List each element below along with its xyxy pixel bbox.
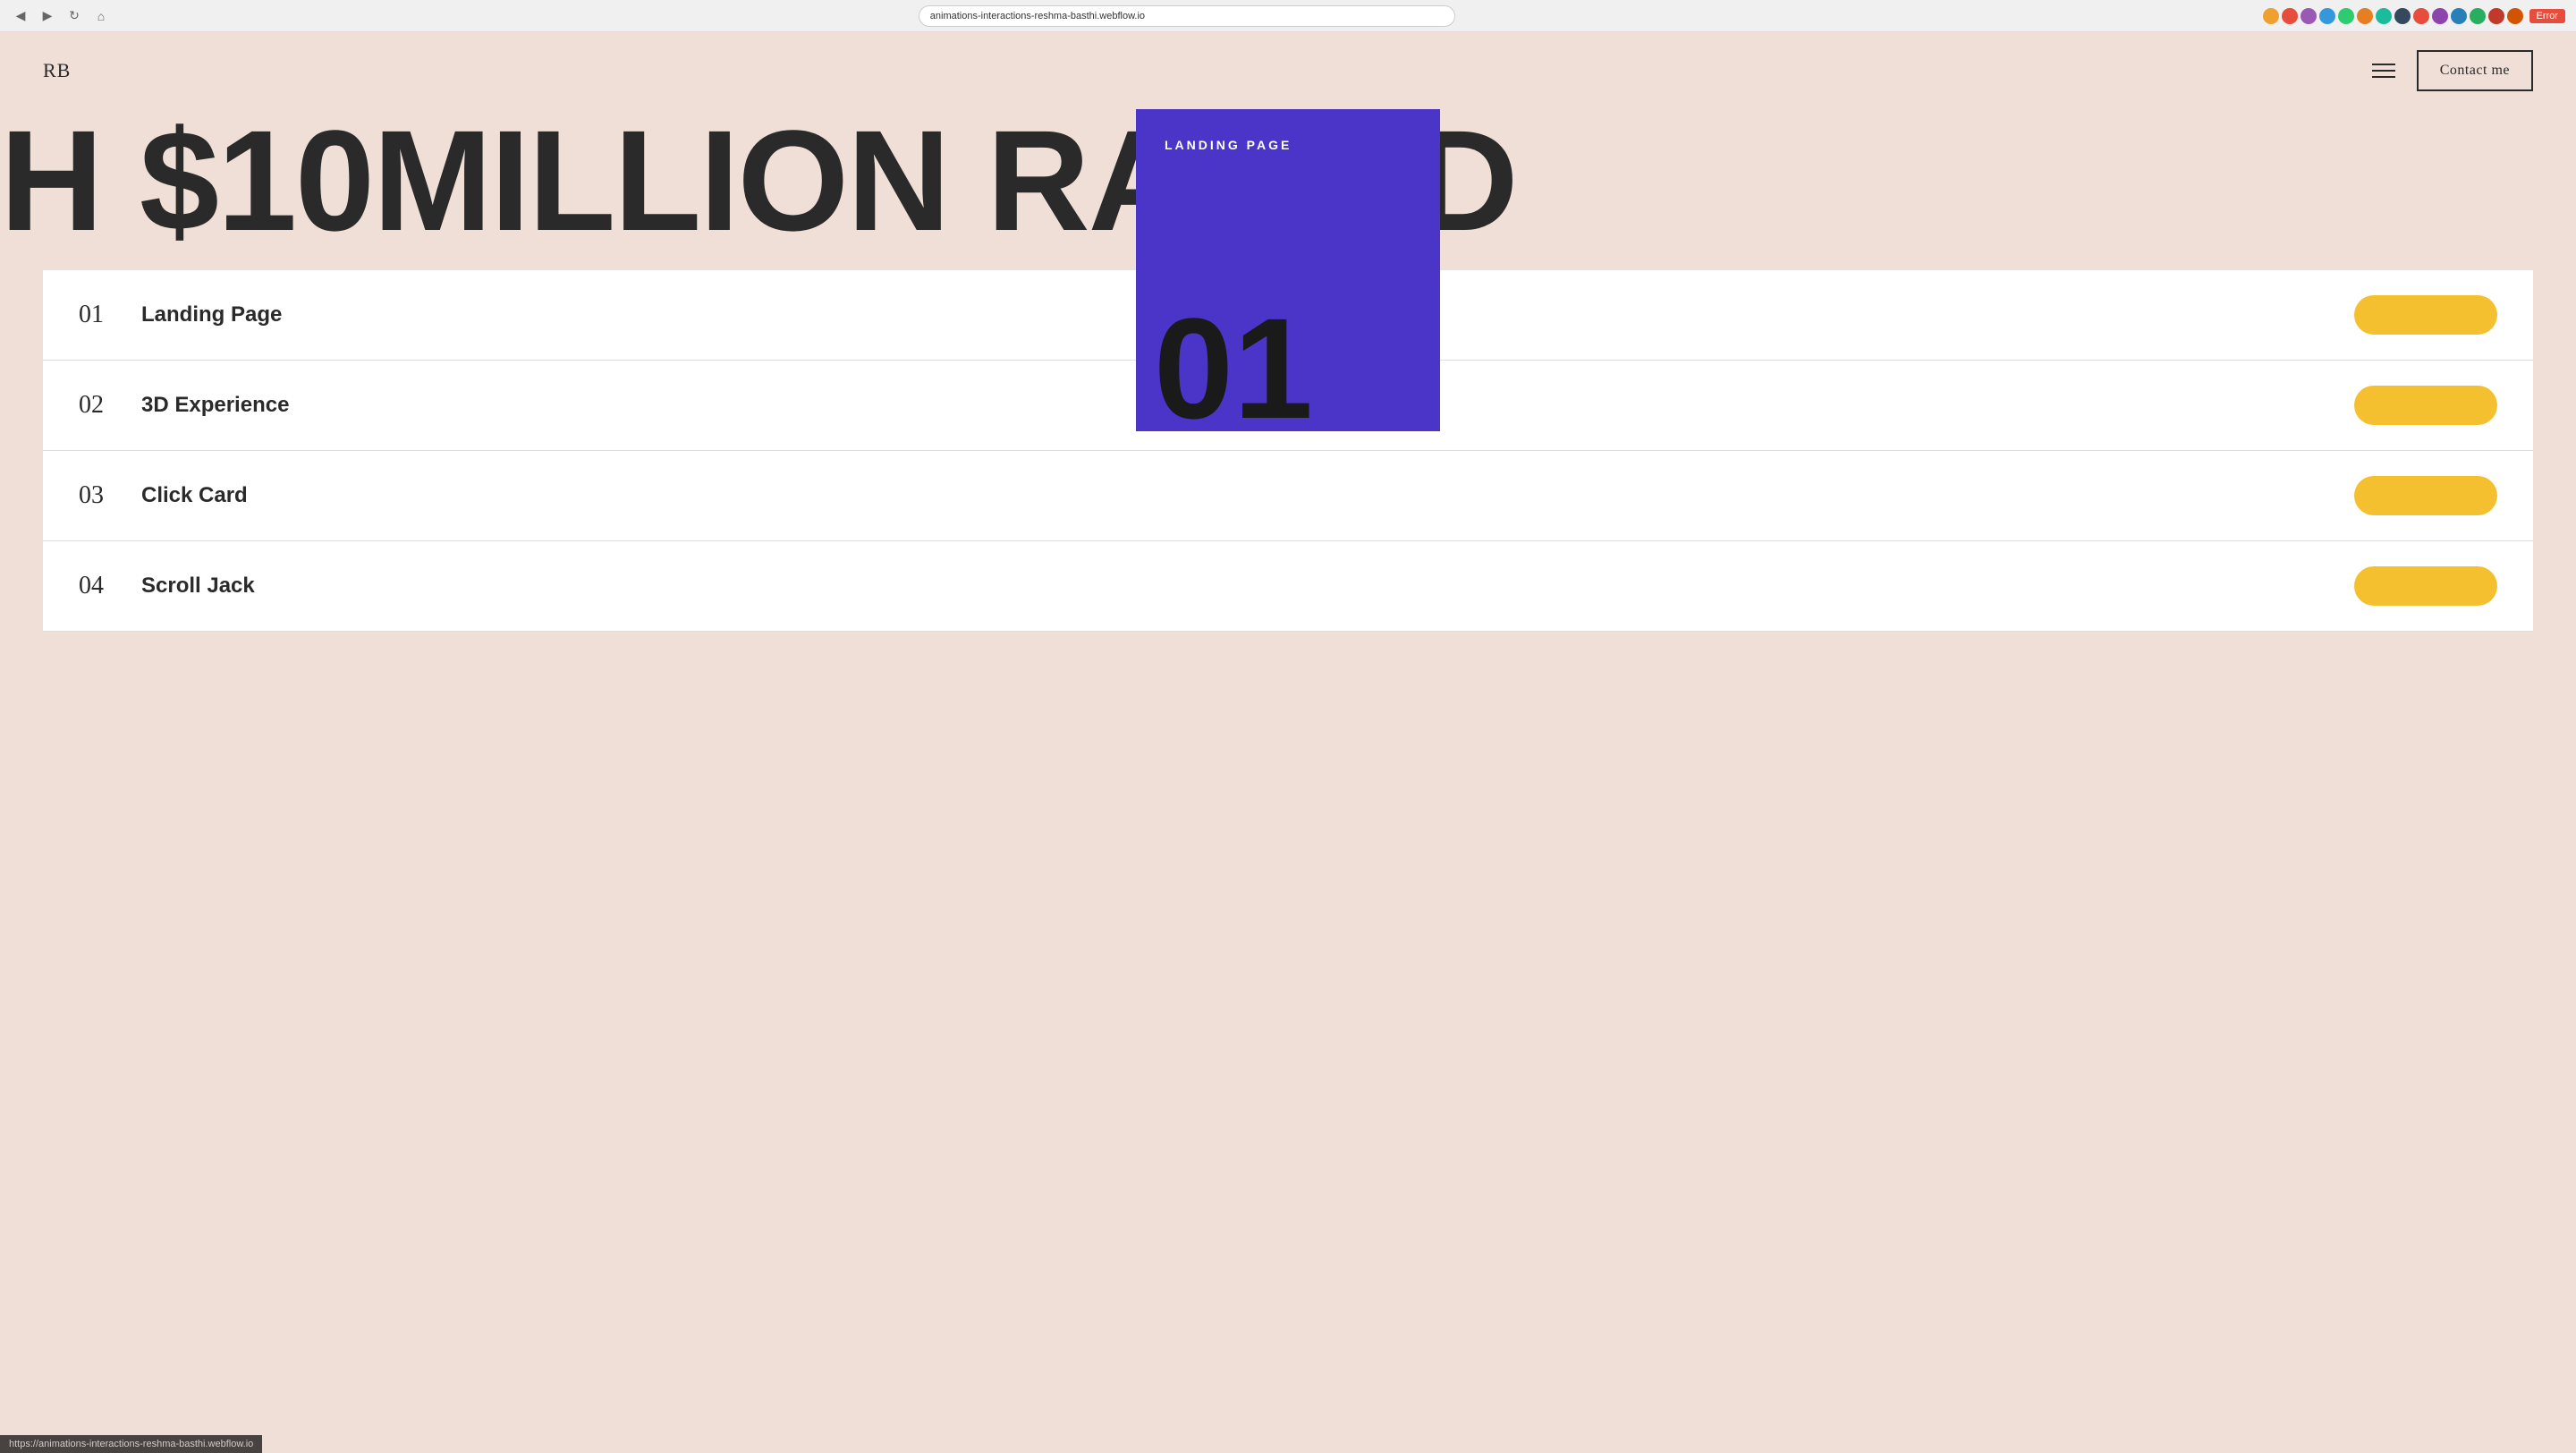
item-title-04: Scroll Jack [141, 574, 2354, 599]
status-bar: https://animations-interactions-reshma-b… [0, 1435, 262, 1453]
error-badge: Error [2529, 9, 2565, 23]
menu-line-1 [2372, 64, 2395, 65]
ext-icon-8[interactable] [2394, 8, 2411, 24]
item-number-04: 04 [79, 572, 141, 600]
ext-icon-1[interactable] [2263, 8, 2279, 24]
ext-icon-2[interactable] [2282, 8, 2298, 24]
ext-icon-3[interactable] [2301, 8, 2317, 24]
floating-card-label: LANDING PAGE [1165, 138, 1411, 152]
browser-extensions: Error [2263, 8, 2565, 24]
browser-chrome: ◀ ▶ ↻ ⌂ animations-interactions-reshma-b… [0, 0, 2576, 32]
item-title-03: Click Card [141, 483, 2354, 508]
ext-icon-11[interactable] [2451, 8, 2467, 24]
nav-logo: RB [43, 59, 71, 82]
ext-icon-10[interactable] [2432, 8, 2448, 24]
menu-line-3 [2372, 76, 2395, 78]
back-button[interactable]: ◀ [11, 6, 30, 26]
ext-icon-13[interactable] [2488, 8, 2504, 24]
ext-icon-5[interactable] [2338, 8, 2354, 24]
menu-line-2 [2372, 70, 2395, 72]
portfolio-item-04[interactable]: 04 Scroll Jack [43, 541, 2533, 632]
contact-button[interactable]: Contact me [2417, 50, 2533, 91]
floating-card-number: 01 [1154, 297, 1313, 440]
menu-icon[interactable] [2372, 64, 2395, 78]
item-tag-01[interactable] [2354, 295, 2497, 335]
item-tag-03[interactable] [2354, 476, 2497, 515]
navigation: RB Contact me [0, 32, 2576, 109]
status-url: https://animations-interactions-reshma-b… [9, 1439, 253, 1449]
portfolio-item-03[interactable]: 03 Click Card [43, 451, 2533, 541]
ext-icon-12[interactable] [2470, 8, 2486, 24]
home-button[interactable]: ⌂ [91, 6, 111, 26]
site-wrapper: RB Contact me H $10MILLION RAISED LANDIN… [0, 32, 2576, 1453]
item-number-02: 02 [79, 391, 141, 420]
forward-button[interactable]: ▶ [38, 6, 57, 26]
item-tag-04[interactable] [2354, 566, 2497, 606]
item-tag-02[interactable] [2354, 386, 2497, 425]
item-number-03: 03 [79, 481, 141, 510]
url-bar[interactable]: animations-interactions-reshma-basthi.we… [919, 5, 1455, 27]
item-number-01: 01 [79, 301, 141, 329]
ext-icon-4[interactable] [2319, 8, 2335, 24]
ext-icon-9[interactable] [2413, 8, 2429, 24]
ext-icon-14[interactable] [2507, 8, 2523, 24]
ext-icon-6[interactable] [2357, 8, 2373, 24]
nav-right: Contact me [2372, 50, 2533, 91]
url-text: animations-interactions-reshma-basthi.we… [930, 11, 1145, 21]
refresh-button[interactable]: ↻ [64, 6, 84, 26]
portfolio-section: LANDING PAGE 01 01 Landing Page 02 3D Ex… [43, 270, 2533, 632]
floating-card[interactable]: LANDING PAGE 01 [1136, 109, 1440, 431]
ext-icon-7[interactable] [2376, 8, 2392, 24]
